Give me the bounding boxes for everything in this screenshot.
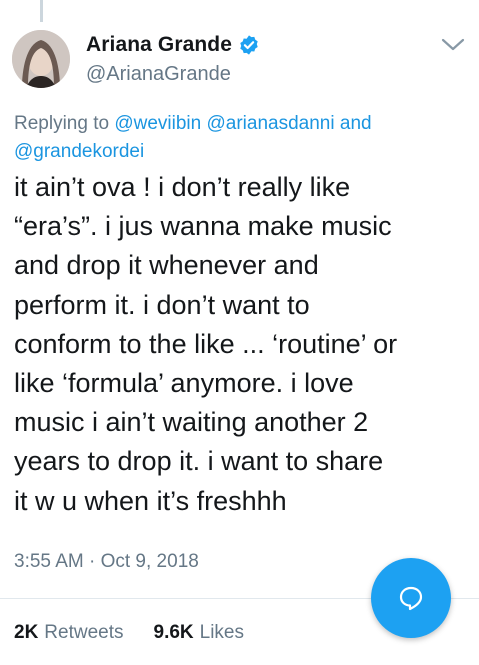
thread-connector-line [40,0,43,22]
tweet-line: and drop it whenever and [14,250,319,281]
tweet-line: it ain’t ova ! i don’t really like [14,172,351,202]
retweets-count: 2K [14,622,39,643]
replying-to: Replying to @weviibin @arianasdanni and … [14,110,469,166]
avatar-image [12,30,70,88]
replying-prefix: Replying to [14,113,110,134]
tweet-line: perform it. i don’t want to [14,289,310,320]
avatar[interactable] [12,30,70,88]
tweet-line: it w u when it’s freshhh [14,485,287,516]
tweet-line: “era’s”. i jus wanna make music [14,211,392,242]
retweets-label: Retweets [44,622,124,643]
tweet-line: like ‘formula’ anymore. i love [14,368,354,399]
tweet-timestamp[interactable]: 3:55 AM · Oct 9, 2018 [14,551,199,573]
mention-link[interactable]: @weviibin [114,113,201,134]
mention-link[interactable]: @grandekordei [14,141,144,162]
reply-bubble-icon [399,586,423,611]
likes-label: Likes [199,622,244,643]
mention-conjunction[interactable]: and [340,113,372,134]
tweet-text: it ain’t ova ! i don’t really like “era’… [14,168,474,521]
author-display-name[interactable]: Ariana Grande [86,33,232,57]
tweet-line: years to drop it. i want to share [14,446,384,477]
compose-reply-button[interactable] [371,558,451,638]
author-handle[interactable]: @ArianaGrande [86,63,231,86]
chevron-down-icon[interactable] [440,36,466,54]
mention-link[interactable]: @arianasdanni [207,113,335,134]
tweet-line: music i ain’t waiting another 2 [14,407,369,438]
author-name-row[interactable]: Ariana Grande [86,33,260,57]
verified-badge-icon [240,35,258,55]
tweet-stats: 2K Retweets 9.6K Likes [14,622,244,644]
retweets-stat[interactable]: 2K Retweets [14,622,124,644]
likes-stat[interactable]: 9.6K Likes [154,622,245,644]
likes-count: 9.6K [153,622,194,643]
tweet-line: conform to the like ... ‘routine’ or [14,328,398,359]
